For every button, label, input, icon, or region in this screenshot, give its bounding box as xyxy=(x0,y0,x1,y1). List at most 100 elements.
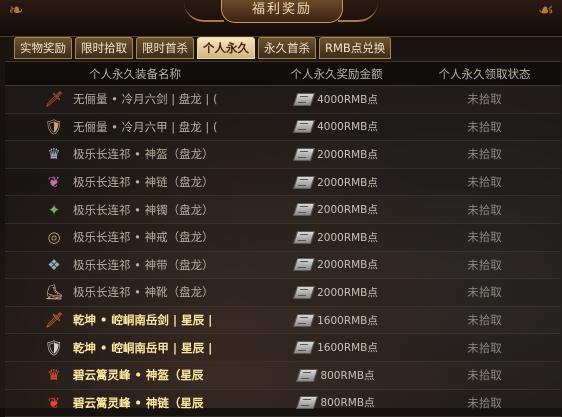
rmb-coin-icon xyxy=(292,147,316,161)
tab-bar: 实物奖励 限时拾取 限时首杀 个人永久 永久首杀 RMB点兑换 xyxy=(14,37,392,59)
item-name: 碧云篱灵峰 • 神盔（星辰 xyxy=(73,368,204,383)
reward-cell: 1600RMB点 xyxy=(265,313,408,328)
sword-icon: 🗡 xyxy=(44,311,64,330)
item-name: 极乐长连祁 • 神靴（盘龙） xyxy=(73,285,214,300)
rmb-coin-icon xyxy=(296,368,319,382)
item-name: 极乐长连祁 • 神带（盘龙） xyxy=(73,257,214,272)
table-row[interactable]: ✦ 极乐长连祁 • 神镯（盘龙） 2000RMB点 未拾取 xyxy=(5,196,561,224)
item-name: 无俪量 • 冷月六甲 | 盘龙 | ( xyxy=(73,119,218,134)
table-row[interactable]: ❖ 极乐长连祁 • 神带（盘龙） 2000RMB点 未拾取 xyxy=(5,251,561,280)
reward-amount: 4000RMB点 xyxy=(317,93,378,106)
reward-amount: 1600RMB点 xyxy=(317,342,378,355)
reward-table: 个人永久装备名称 个人永久奖励金额 个人永久领取状态 🗡 无俪量 • 冷月六剑 |… xyxy=(5,61,561,417)
status-text: 未拾取 xyxy=(467,285,502,300)
item-cell: ❖ 极乐长连祁 • 神带（盘龙） xyxy=(5,254,265,276)
table-body: 🗡 无俪量 • 冷月六剑 | 盘龙 | (4000RMB点 未拾取 🛡 无俪量 • 冷月… xyxy=(5,86,561,417)
table-row[interactable]: ❦ 极乐长连祁 • 神链（盘龙） 2000RMB点 未拾取 xyxy=(5,168,561,197)
reward-amount: 2000RMB点 xyxy=(317,231,378,244)
status-text: 未拾取 xyxy=(467,313,502,328)
item-name: 无俪量 • 冷月六剑 | 盘龙 | ( xyxy=(73,92,218,107)
item-cell: 🗡 乾坤 • 崆峒南岳剑 | 星辰 | xyxy=(5,309,265,331)
rmb-coin-icon xyxy=(292,230,316,244)
item-cell: ❦ 碧云篱灵峰 • 神链（星辰 xyxy=(5,392,265,414)
reward-amount: 800RMB点 xyxy=(320,397,375,410)
item-cell: ♛ 极乐长连祁 • 神盔（盘龙） xyxy=(5,143,265,165)
reward-amount: 2000RMB点 xyxy=(317,176,378,189)
status-text: 未拾取 xyxy=(467,119,502,134)
armor-icon: 🛡 xyxy=(44,117,64,136)
table-row[interactable]: 🛡 无俪量 • 冷月六甲 | 盘龙 | ( 4000RMB点 未拾取 xyxy=(5,113,561,142)
reward-cell: 2000RMB点 xyxy=(265,175,408,190)
reward-amount: 2000RMB点 xyxy=(317,148,378,161)
rmb-coin-icon xyxy=(292,120,316,134)
item-name: 碧云篱灵峰 • 神链（星辰 xyxy=(73,395,204,410)
necklace-icon: ❦ xyxy=(47,393,61,412)
tab-1[interactable]: 限时拾取 xyxy=(75,37,133,59)
title-wing-right xyxy=(338,0,378,22)
reward-amount: 4000RMB点 xyxy=(317,121,378,134)
table-row[interactable]: 🗡 乾坤 • 崆峒南岳剑 | 星辰 | 1600RMB点 未拾取 xyxy=(5,306,561,335)
item-cell: ⛸ 极乐长连祁 • 神靴（盘龙） xyxy=(5,281,265,303)
status-text: 未拾取 xyxy=(467,230,502,245)
table-header: 个人永久装备名称 个人永久奖励金额 个人永久领取状态 xyxy=(5,61,561,86)
item-name: 极乐长连祁 • 神链（盘龙） xyxy=(73,175,214,190)
item-cell: 🛡 无俪量 • 冷月六甲 | 盘龙 | ( xyxy=(5,116,265,138)
reward-cell: 4000RMB点 xyxy=(265,119,408,134)
item-cell: ✦ 极乐长连祁 • 神镯（盘龙） xyxy=(5,199,265,221)
boots-icon: ⛸ xyxy=(44,283,64,302)
rmb-coin-icon xyxy=(292,285,316,299)
reward-amount: 1600RMB点 xyxy=(317,314,378,327)
status-text: 未拾取 xyxy=(467,147,502,162)
panel-header: ❧ 福利奖励 ☙ xyxy=(0,0,562,37)
panel-title: 福利奖励 xyxy=(221,0,343,23)
rmb-coin-icon xyxy=(292,175,316,189)
reward-cell: 4000RMB点 xyxy=(265,92,408,107)
rmb-coin-icon xyxy=(292,341,316,355)
rmb-coin-icon xyxy=(292,203,316,217)
rmb-coin-icon xyxy=(292,92,316,106)
item-cell: 🗡 无俪量 • 冷月六剑 | 盘龙 | ( xyxy=(5,88,265,110)
corner-ornament-icon: ☙ xyxy=(537,0,555,21)
reward-cell: 2000RMB点 xyxy=(265,202,408,217)
column-header-item-name: 个人永久装备名称 xyxy=(89,66,181,81)
status-text: 未拾取 xyxy=(467,368,502,383)
item-cell: ◎ 极乐长连祁 • 神戒（盘龙） xyxy=(5,226,265,248)
reward-amount: 2000RMB点 xyxy=(317,204,378,217)
table-row[interactable]: 🗡 无俪量 • 冷月六剑 | 盘龙 | ( 4000RMB点 未拾取 xyxy=(5,86,561,114)
column-header-status: 个人永久领取状态 xyxy=(438,66,531,81)
item-name: 极乐长连祁 • 神盔（盘龙） xyxy=(73,147,214,162)
title-wing-left xyxy=(184,0,224,22)
status-text: 未拾取 xyxy=(467,340,502,355)
rmb-coin-icon xyxy=(292,313,316,327)
reward-cell: 2000RMB点 xyxy=(265,147,408,162)
table-row[interactable]: ⛸ 极乐长连祁 • 神靴（盘龙） 2000RMB点 未拾取 xyxy=(5,279,561,307)
tab-3[interactable]: 个人永久 xyxy=(197,37,255,59)
table-row[interactable]: ❦ 碧云篱灵峰 • 神链（星辰 800RMB点 未拾取 xyxy=(5,389,561,417)
status-text: 未拾取 xyxy=(467,395,502,410)
reward-cell: 2000RMB点 xyxy=(265,230,408,245)
table-row[interactable]: 🛡 乾坤 • 崆峒南岳甲 | 星辰 | 1600RMB点 未拾取 xyxy=(5,334,561,362)
item-name: 乾坤 • 崆峒南岳甲 | 星辰 | xyxy=(73,340,213,355)
status-text: 未拾取 xyxy=(467,202,502,217)
reward-amount: 800RMB点 xyxy=(320,369,375,382)
tab-2[interactable]: 限时首杀 xyxy=(136,37,194,59)
item-cell: ❦ 极乐长连祁 • 神链（盘龙） xyxy=(5,171,265,193)
sword-icon: 🗡 xyxy=(44,90,64,109)
necklace-icon: ❦ xyxy=(47,173,61,192)
tab-4[interactable]: 永久首杀 xyxy=(258,37,316,59)
status-text: 未拾取 xyxy=(467,92,502,107)
item-name: 极乐长连祁 • 神镯（盘龙） xyxy=(73,202,214,217)
table-row[interactable]: ♛ 碧云篱灵峰 • 神盔（星辰 800RMB点 未拾取 xyxy=(5,361,561,390)
status-text: 未拾取 xyxy=(467,257,502,272)
table-row[interactable]: ◎ 极乐长连祁 • 神戒（盘龙） 2000RMB点 未拾取 xyxy=(5,223,561,252)
helmet-icon: ♛ xyxy=(47,366,61,385)
tab-0[interactable]: 实物奖励 xyxy=(14,37,72,59)
column-header-reward: 个人永久奖励金额 xyxy=(290,66,383,81)
item-cell: 🛡 乾坤 • 崆峒南岳甲 | 星辰 | xyxy=(5,337,265,359)
tab-5[interactable]: RMB点兑换 xyxy=(319,37,392,59)
table-row[interactable]: ♛ 极乐长连祁 • 神盔（盘龙） 2000RMB点 未拾取 xyxy=(5,141,561,169)
item-name: 极乐长连祁 • 神戒（盘龙） xyxy=(73,230,214,245)
rmb-coin-icon xyxy=(296,396,319,410)
item-name: 乾坤 • 崆峒南岳剑 | 星辰 | xyxy=(73,313,213,328)
bracelet-icon: ✦ xyxy=(47,200,61,219)
